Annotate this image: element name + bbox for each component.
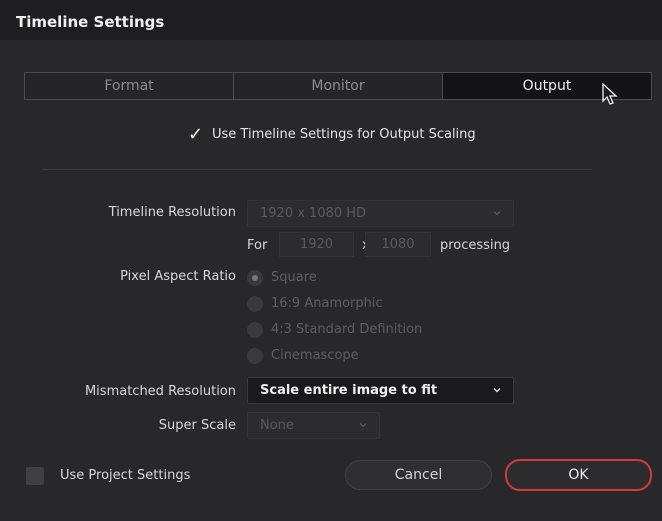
tab-monitor[interactable]: Monitor bbox=[234, 73, 443, 99]
for-label: For bbox=[247, 238, 268, 253]
use-project-settings-label: Use Project Settings bbox=[60, 468, 191, 483]
use-project-settings-checkbox[interactable] bbox=[26, 467, 44, 485]
radio-cinemascope-label: Cinemascope bbox=[271, 348, 359, 363]
mismatched-resolution-value: Scale entire image to fit bbox=[260, 383, 438, 398]
radio-cinemascope[interactable] bbox=[247, 348, 263, 364]
super-scale-dropdown[interactable]: None bbox=[247, 412, 380, 439]
super-scale-value: None bbox=[260, 418, 294, 433]
ok-button[interactable]: OK bbox=[505, 459, 652, 491]
radio-square[interactable] bbox=[247, 270, 263, 286]
tab-format[interactable]: Format bbox=[25, 73, 234, 99]
dialog-title: Timeline Settings bbox=[16, 13, 165, 31]
dialog-titlebar: Timeline Settings bbox=[0, 0, 662, 40]
settings-tabs: Format Monitor Output bbox=[24, 72, 652, 100]
resolution-width-field[interactable]: 1920 bbox=[279, 232, 354, 257]
chevron-down-icon bbox=[359, 423, 367, 428]
radio-4-3-standard-definition-label: 4:3 Standard Definition bbox=[271, 322, 423, 337]
radio-4-3-standard-definition[interactable] bbox=[247, 322, 263, 338]
timeline-resolution-dropdown[interactable]: 1920 x 1080 HD bbox=[247, 200, 514, 227]
timeline-settings-dialog: Timeline Settings Format Monitor Output … bbox=[0, 0, 662, 521]
timeline-resolution-value: 1920 x 1080 HD bbox=[260, 206, 367, 221]
section-divider bbox=[42, 169, 592, 170]
mouse-cursor-icon bbox=[602, 83, 618, 105]
tab-output[interactable]: Output bbox=[443, 73, 651, 99]
pixel-aspect-ratio-label: Pixel Aspect Ratio bbox=[120, 269, 236, 284]
output-scaling-checkbox[interactable]: ✓ Use Timeline Settings for Output Scali… bbox=[188, 124, 476, 145]
radio-square-label: Square bbox=[271, 270, 317, 285]
output-scaling-label: Use Timeline Settings for Output Scaling bbox=[212, 127, 476, 142]
radio-16-9-anamorphic-label: 16:9 Anamorphic bbox=[271, 296, 383, 311]
chevron-down-icon bbox=[493, 211, 501, 216]
timeline-resolution-label: Timeline Resolution bbox=[108, 205, 236, 220]
checkmark-icon: ✓ bbox=[188, 124, 204, 145]
chevron-down-icon bbox=[493, 388, 501, 393]
cancel-button[interactable]: Cancel bbox=[345, 460, 492, 490]
mismatched-resolution-label: Mismatched Resolution bbox=[84, 384, 236, 399]
radio-16-9-anamorphic[interactable] bbox=[247, 296, 263, 312]
super-scale-label: Super Scale bbox=[158, 418, 236, 433]
mismatched-resolution-dropdown[interactable]: Scale entire image to fit bbox=[247, 377, 514, 404]
processing-label: processing bbox=[440, 238, 511, 253]
resolution-height-field[interactable]: 1080 bbox=[365, 232, 431, 257]
